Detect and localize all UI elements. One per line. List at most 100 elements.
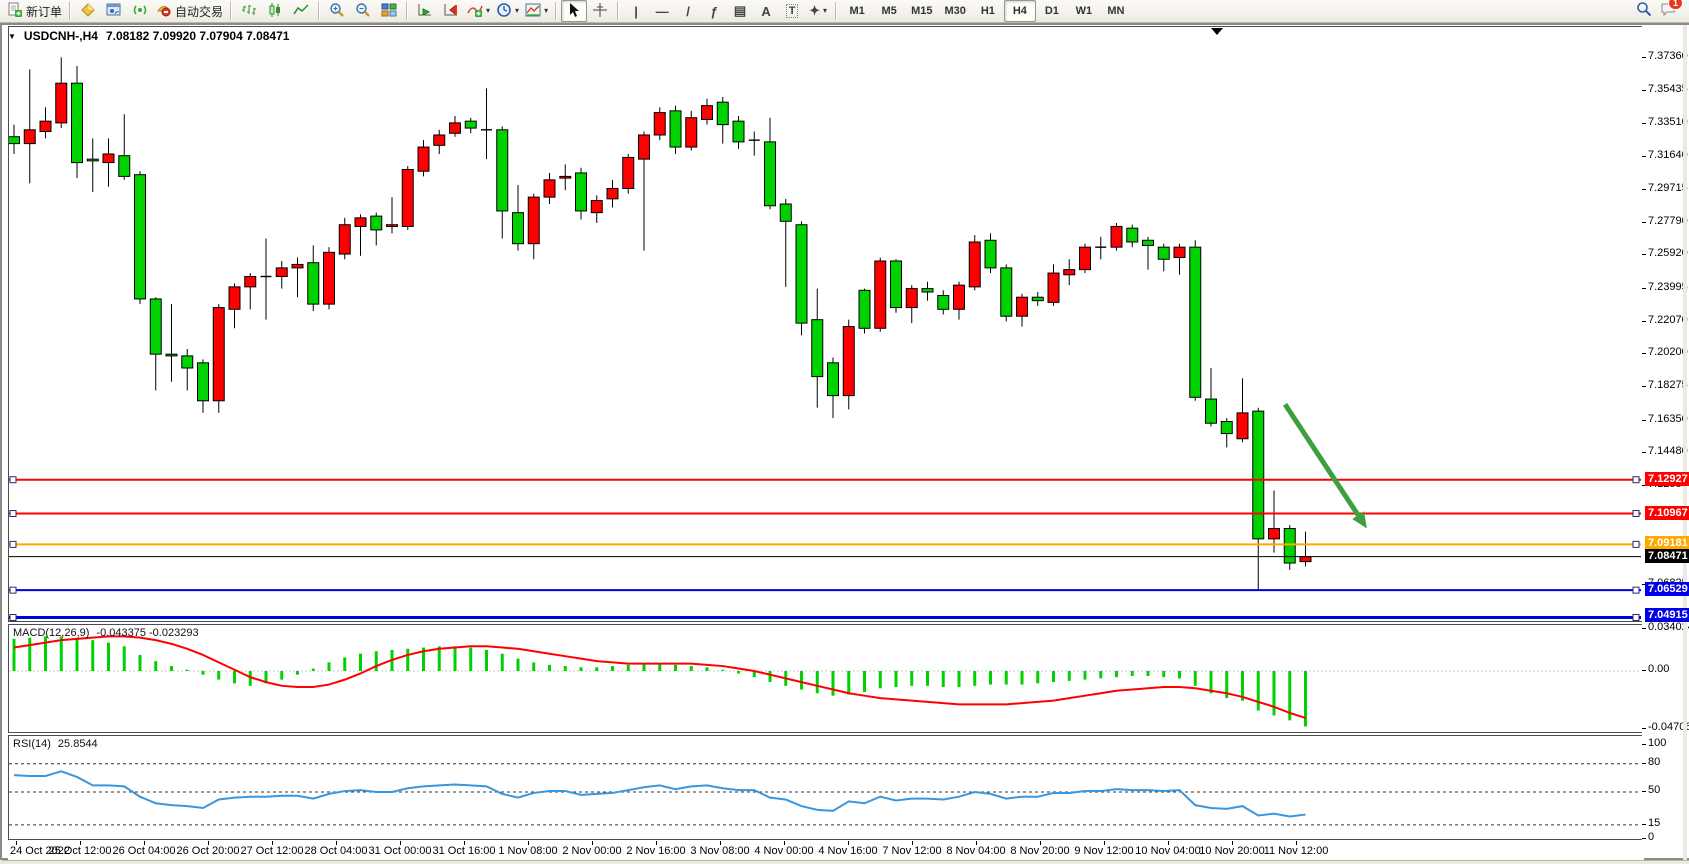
candle-body[interactable] bbox=[402, 169, 413, 226]
chart-ohlc-header[interactable]: ▼ USDCNH-,H4 7.08182 7.09920 7.07904 7.0… bbox=[8, 29, 289, 43]
date-label[interactable]: 11 Nov 12:00 bbox=[1264, 845, 1329, 857]
cursor-button[interactable] bbox=[561, 0, 587, 22]
candle-body[interactable] bbox=[1221, 421, 1232, 433]
candle-body[interactable] bbox=[1048, 273, 1059, 302]
candle-body[interactable] bbox=[324, 252, 335, 304]
line-handle[interactable] bbox=[1633, 477, 1639, 483]
candle-body[interactable] bbox=[513, 213, 524, 244]
candle-body[interactable] bbox=[1206, 399, 1217, 423]
chevron-down-icon[interactable]: ▾ bbox=[544, 7, 548, 15]
date-label[interactable]: 8 Nov 04:00 bbox=[946, 845, 1005, 857]
macd-pane[interactable]: MACD(12,26,9) -0.043375 -0.023293 bbox=[8, 624, 1644, 733]
main-chart-pane[interactable] bbox=[8, 26, 1644, 622]
line-handle[interactable] bbox=[10, 511, 16, 517]
text-button[interactable]: A bbox=[753, 0, 779, 22]
line-chart-button[interactable] bbox=[288, 0, 314, 22]
date-axis[interactable]: 24 Oct 202225 Oct 12:0026 Oct 04:0026 Oc… bbox=[8, 841, 1644, 860]
candle-body[interactable] bbox=[245, 277, 256, 287]
candle-body[interactable] bbox=[1158, 247, 1169, 259]
candle-body[interactable] bbox=[339, 225, 350, 254]
candle-body[interactable] bbox=[103, 154, 114, 163]
candle-body[interactable] bbox=[985, 240, 996, 268]
timeframe-button-h4[interactable]: H4 bbox=[1004, 0, 1036, 22]
date-label[interactable]: 4 Nov 16:00 bbox=[818, 845, 877, 857]
tile-windows-button[interactable] bbox=[376, 0, 402, 22]
candle-body[interactable] bbox=[843, 327, 854, 396]
candle-body[interactable] bbox=[166, 354, 177, 356]
candle-body[interactable] bbox=[1269, 529, 1280, 539]
date-label[interactable]: 3 Nov 08:00 bbox=[690, 845, 749, 857]
signals-button[interactable] bbox=[127, 0, 153, 22]
quotes-button[interactable] bbox=[75, 0, 101, 22]
timeframe-button-m1[interactable]: M1 bbox=[841, 0, 873, 22]
date-label[interactable]: 8 Nov 20:00 bbox=[1010, 845, 1069, 857]
candle-body[interactable] bbox=[9, 137, 20, 144]
date-label[interactable]: 10 Nov 20:00 bbox=[1199, 845, 1264, 857]
chart-shift-button[interactable] bbox=[438, 0, 464, 22]
trendline-button[interactable]: / bbox=[675, 0, 701, 22]
candle-body[interactable] bbox=[639, 135, 650, 159]
bars-chart-button[interactable] bbox=[236, 0, 262, 22]
hline-button[interactable]: — bbox=[649, 0, 675, 22]
timeframe-button-d1[interactable]: D1 bbox=[1036, 0, 1068, 22]
timeframe-button-mn[interactable]: MN bbox=[1100, 0, 1132, 22]
candle-body[interactable] bbox=[1127, 228, 1138, 242]
candle-body[interactable] bbox=[733, 121, 744, 142]
candle-body[interactable] bbox=[717, 102, 728, 124]
candle-body[interactable] bbox=[40, 121, 51, 131]
periods-button[interactable]: ▾ bbox=[493, 0, 522, 22]
candle-body[interactable] bbox=[576, 173, 587, 211]
candle-body[interactable] bbox=[198, 363, 209, 401]
candle-body[interactable] bbox=[450, 123, 461, 133]
candle-body[interactable] bbox=[1111, 226, 1122, 247]
rsi-chart[interactable] bbox=[9, 736, 1643, 839]
label-button[interactable]: T bbox=[779, 0, 805, 22]
candle-body[interactable] bbox=[780, 204, 791, 221]
candle-body[interactable] bbox=[229, 287, 240, 309]
candle-body[interactable] bbox=[686, 118, 697, 147]
candle-body[interactable] bbox=[308, 263, 319, 304]
date-label[interactable]: 31 Oct 00:00 bbox=[369, 845, 432, 857]
grid-button[interactable]: ▤ bbox=[727, 0, 753, 22]
candle-body[interactable] bbox=[544, 180, 555, 197]
candle-body[interactable] bbox=[859, 290, 870, 328]
date-label[interactable]: 31 Oct 16:00 bbox=[433, 845, 496, 857]
vline-button[interactable]: | bbox=[623, 0, 649, 22]
candlestick-chart[interactable] bbox=[9, 27, 1643, 621]
candle-body[interactable] bbox=[607, 188, 618, 198]
candle-body[interactable] bbox=[72, 83, 83, 162]
date-label[interactable]: 4 Nov 00:00 bbox=[754, 845, 813, 857]
timeframe-button-m30[interactable]: M30 bbox=[938, 0, 971, 22]
candle-body[interactable] bbox=[135, 175, 146, 299]
candle-body[interactable] bbox=[906, 289, 917, 308]
date-label[interactable]: 9 Nov 12:00 bbox=[1074, 845, 1133, 857]
notifications-button[interactable]: 1 bbox=[1660, 1, 1677, 22]
candle-body[interactable] bbox=[1174, 247, 1185, 257]
candle-body[interactable] bbox=[213, 308, 224, 401]
date-label[interactable]: 27 Oct 12:00 bbox=[241, 845, 304, 857]
candle-body[interactable] bbox=[670, 111, 681, 147]
line-handle[interactable] bbox=[1633, 541, 1639, 547]
timeframe-button-m15[interactable]: M15 bbox=[905, 0, 938, 22]
date-label[interactable]: 7 Nov 12:00 bbox=[882, 845, 941, 857]
date-label[interactable]: 28 Oct 04:00 bbox=[305, 845, 368, 857]
crosshair-button[interactable] bbox=[587, 0, 613, 22]
templates-button[interactable]: ▾ bbox=[522, 0, 551, 22]
date-label[interactable]: 25 Oct 12:00 bbox=[49, 845, 112, 857]
candle-body[interactable] bbox=[1300, 557, 1311, 562]
chevron-down-icon[interactable]: ▾ bbox=[486, 7, 490, 15]
indicators-button[interactable]: ▾ bbox=[464, 0, 493, 22]
candle-body[interactable] bbox=[623, 157, 634, 188]
candle-body[interactable] bbox=[24, 130, 35, 144]
auto-scroll-button[interactable] bbox=[412, 0, 438, 22]
candle-body[interactable] bbox=[150, 299, 161, 354]
date-label[interactable]: 26 Oct 04:00 bbox=[113, 845, 176, 857]
chevron-down-icon[interactable]: ▾ bbox=[515, 7, 519, 15]
candle-body[interactable] bbox=[954, 285, 965, 309]
arrows-button[interactable]: ✦▾ bbox=[805, 0, 831, 22]
line-handle[interactable] bbox=[1633, 511, 1639, 517]
candle-body[interactable] bbox=[828, 363, 839, 396]
candle-body[interactable] bbox=[119, 156, 130, 177]
candles-chart-button[interactable] bbox=[262, 0, 288, 22]
line-handle[interactable] bbox=[10, 477, 16, 483]
